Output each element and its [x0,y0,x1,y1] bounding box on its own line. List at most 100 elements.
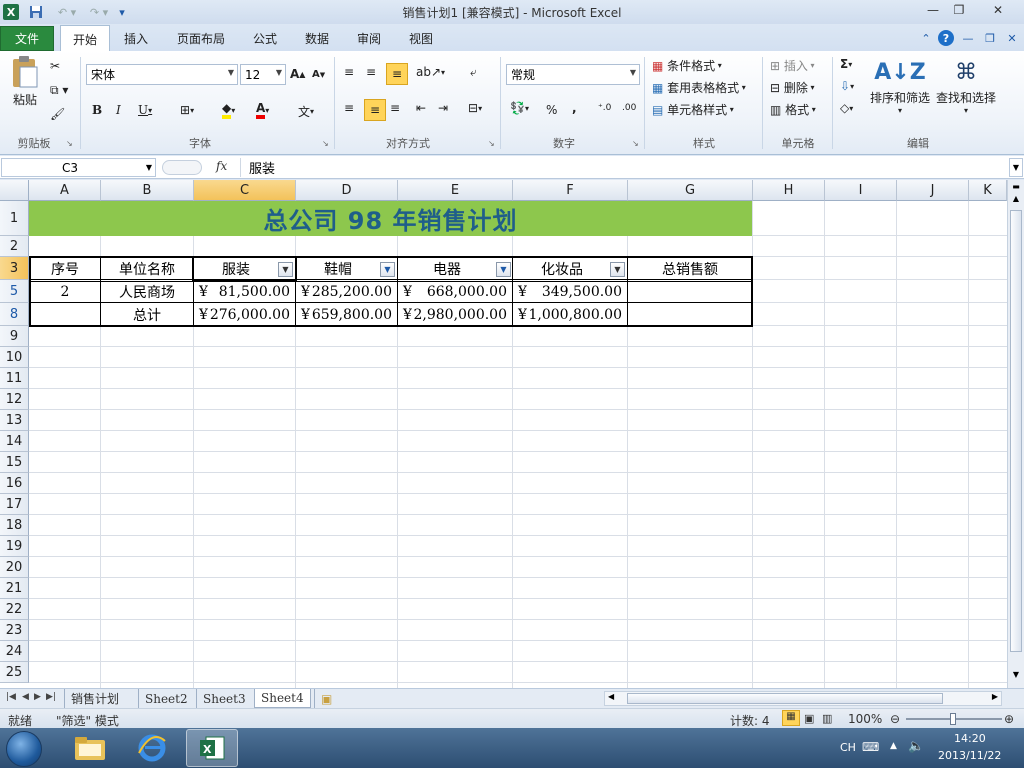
cell-c8[interactable]: ¥276,000.00 [195,304,294,325]
cell-e5[interactable]: ¥668,000.00 [399,281,511,302]
filter-active-icon[interactable]: ▼ [380,262,395,277]
page-layout-view-icon[interactable]: ▣ [804,712,814,725]
volume-icon[interactable]: 🔈 [908,739,924,754]
alignment-launcher-icon[interactable]: ↘ [488,139,495,148]
clipboard-launcher-icon[interactable]: ↘ [66,139,73,148]
font-launcher-icon[interactable]: ↘ [322,139,329,148]
excel-taskbar-icon[interactable]: X [186,729,238,767]
cell-a8[interactable] [31,304,99,325]
minimize-ribbon-icon[interactable]: ⌃ [918,30,934,46]
show-hidden-icons-icon[interactable]: ▲ [890,741,897,751]
cell-e8[interactable]: ¥2,980,000.00 [399,304,511,325]
tab-home[interactable]: 开始 [60,25,110,52]
worksheet-grid[interactable]: A B C D E F G H I J K 1 2 3 5 8 9 10 11 … [0,180,1007,688]
row-header-2[interactable]: 2 [0,236,29,257]
autosum-icon[interactable]: Σ ▾ [840,57,852,71]
cell-b5[interactable]: 人民商场 [102,281,192,302]
number-format-combo[interactable]: 常规 ▼ [506,64,640,85]
horizontal-scroll-thumb[interactable] [627,693,943,704]
sheet-title-cell[interactable]: 总公司 98 年销售计划 [29,201,752,236]
language-indicator[interactable]: CH [840,741,856,754]
header-cell-seq[interactable]: 序号 [31,258,99,279]
zoom-in-icon[interactable]: ⊕ [1004,712,1014,726]
grow-font-icon[interactable]: A ▲ [290,67,305,81]
vertical-scroll-thumb[interactable] [1010,210,1022,652]
sort-filter-button[interactable]: A↓Z 排序和筛选 ▾ [868,55,932,125]
align-right-icon[interactable]: ≡ [390,101,400,115]
row-header-25[interactable]: 25 [0,662,29,683]
row-header-8[interactable]: 8 [0,303,29,326]
font-name-combo[interactable]: 宋体 ▼ [86,64,238,85]
paste-button[interactable]: 粘贴 [8,55,42,117]
sheet-tab-sheet2[interactable]: Sheet2 [138,689,194,708]
row-header-15[interactable]: 15 [0,452,29,473]
scroll-down-icon[interactable]: ▼ [1010,670,1022,684]
zoom-out-icon[interactable]: ⊖ [890,712,900,726]
row-header-18[interactable]: 18 [0,515,29,536]
clock-time[interactable]: 14:20 [954,732,986,745]
name-box[interactable]: C3 ▼ [1,158,156,177]
explorer-taskbar-icon[interactable] [64,729,116,767]
row-header-9[interactable]: 9 [0,326,29,347]
column-header-h[interactable]: H [753,180,825,201]
merge-center-icon[interactable]: ⊟ ▾ [468,101,482,115]
copy-icon[interactable]: ⧉ ▾ [50,83,68,98]
align-bottom-icon[interactable]: ≡ [386,63,408,85]
row-header-23[interactable]: 23 [0,620,29,641]
normal-view-icon[interactable]: ▦ [782,710,800,726]
fill-icon[interactable]: ⇩ ▾ [840,79,854,93]
header-cell-cosmetics[interactable]: 化妆品 [514,258,610,279]
keyboard-icon[interactable]: ⌨ [862,740,879,754]
filter-dropdown-icon[interactable]: ▼ [610,262,625,277]
border-icon[interactable]: ⊞ ▾ [180,103,194,117]
column-header-i[interactable]: I [825,180,897,201]
minimize-button[interactable]: — [920,0,946,20]
vertical-scrollbar[interactable]: ▬ ▲ ▼ [1007,180,1024,688]
fill-color-icon[interactable]: ◆ ▾ [222,101,235,119]
split-box-icon[interactable]: ▬ [1010,182,1022,194]
orientation-icon[interactable]: ab↗ ▾ [416,65,445,79]
row-header-3[interactable]: 3 [0,257,29,280]
cell-c5[interactable]: ¥81,500.00 [195,281,294,302]
delete-cells-button[interactable]: ⊟ 删除 ▾ [770,79,814,96]
tab-insert[interactable]: 插入 [114,26,158,51]
workbook-restore-icon[interactable]: ❐ [982,30,998,46]
row-header-21[interactable]: 21 [0,578,29,599]
column-header-e[interactable]: E [398,180,513,201]
row-header-5[interactable]: 5 [0,280,29,303]
internet-explorer-taskbar-icon[interactable] [126,729,178,767]
header-cell-appliances[interactable]: 电器 [399,258,495,279]
column-header-c[interactable]: C [194,180,296,201]
sheet-tab-sheet3[interactable]: Sheet3 [196,689,252,708]
column-header-b[interactable]: B [101,180,194,201]
cell-f8[interactable]: ¥1,000,800.00 [514,304,626,325]
header-cell-unit-name[interactable]: 单位名称 [102,258,192,279]
row-header-12[interactable]: 12 [0,389,29,410]
conditional-formatting-button[interactable]: ▦ 条件格式 ▾ [652,57,722,74]
find-select-button[interactable]: ⌘ 查找和选择 ▾ [934,55,998,125]
tab-view[interactable]: 视图 [400,26,442,51]
cell-styles-button[interactable]: ▤ 单元格样式 ▾ [652,101,734,118]
tab-formulas[interactable]: 公式 [244,26,286,51]
cell-f5[interactable]: ¥349,500.00 [514,281,626,302]
row-header-11[interactable]: 11 [0,368,29,389]
wrap-text-icon[interactable]: ⤶ [470,65,477,80]
row-header-19[interactable]: 19 [0,536,29,557]
cut-icon[interactable]: ✂ [50,59,60,73]
close-button[interactable]: ✕ [980,0,1016,20]
help-icon[interactable]: ? [938,30,954,46]
bold-button[interactable]: B [92,103,102,117]
increase-indent-icon[interactable]: ⇥ [438,101,448,115]
align-left-icon[interactable]: ≡ [344,101,354,115]
header-cell-shoes-hats[interactable]: 鞋帽 [297,258,379,279]
scroll-left-icon[interactable]: ◀ [608,692,614,701]
column-header-f[interactable]: F [513,180,628,201]
insert-sheet-icon[interactable]: ▣ [314,689,338,708]
cell-g8[interactable] [629,304,751,325]
phonetic-icon[interactable]: 文 ▾ [298,103,314,120]
tab-review[interactable]: 审阅 [348,26,390,51]
formula-bar-handle[interactable] [162,160,202,175]
font-color-icon[interactable]: A ▾ [256,101,269,119]
percent-style-button[interactable]: % [546,103,557,117]
last-sheet-icon[interactable]: ▶| [46,692,56,702]
